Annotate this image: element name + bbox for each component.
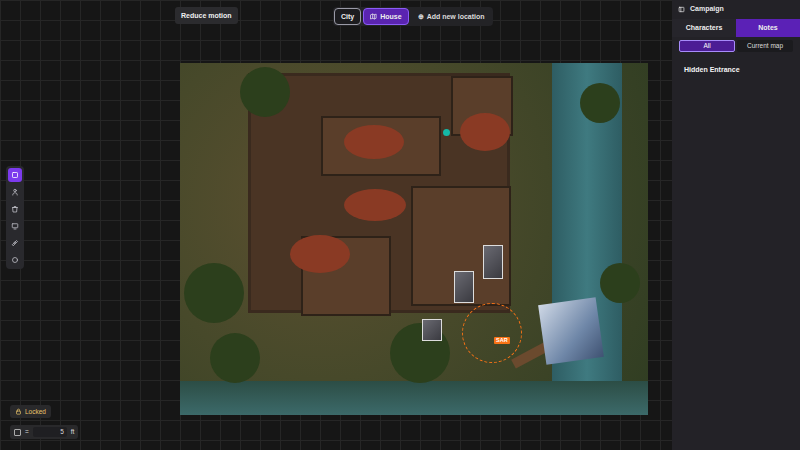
tool-button[interactable] (8, 236, 22, 250)
tool-palette (6, 166, 24, 269)
location-tab[interactable]: City (334, 8, 361, 25)
tool-button[interactable] (8, 185, 22, 199)
plus-circle-icon: ⊕ (418, 12, 424, 21)
character-token[interactable] (483, 245, 503, 279)
grid-square-icon (14, 429, 21, 436)
screen-icon (11, 222, 19, 230)
tree (184, 263, 244, 323)
grid-size-control: = 5 ft (10, 425, 78, 439)
panel-tab[interactable]: Characters (672, 19, 736, 38)
tree (600, 263, 640, 303)
panel-tabs: CharactersNotes (672, 19, 800, 38)
panel-tab[interactable]: Notes (736, 19, 800, 38)
tool-button[interactable] (8, 253, 22, 267)
panel-toggle-icon (678, 6, 685, 13)
character-token[interactable] (454, 271, 474, 303)
location-label: House (380, 12, 401, 21)
circle-icon (11, 256, 19, 264)
map-canvas[interactable]: SAR Reduce motion City House ⊕Add new locati… (0, 0, 672, 450)
grid-unit: ft (71, 427, 75, 437)
tool-button[interactable] (8, 168, 22, 182)
note-filters: AllCurrent map (672, 37, 800, 55)
rug (290, 235, 350, 273)
panel-title: Campaign (690, 4, 724, 15)
stream (180, 381, 648, 415)
tool-button[interactable] (8, 202, 22, 216)
tree (240, 67, 290, 117)
lock-toggle[interactable]: Locked (10, 405, 51, 418)
select-icon (11, 171, 19, 179)
map-icon (370, 13, 377, 20)
add-location-label: Add new location (427, 12, 485, 21)
token-label[interactable]: SAR (494, 337, 510, 344)
filter-button[interactable]: Current map (737, 40, 793, 52)
selection-ring (462, 303, 522, 363)
equals-sign: = (25, 427, 29, 437)
character-token[interactable] (422, 319, 442, 341)
tree (580, 83, 620, 123)
note-item[interactable]: Hidden Entrance (672, 55, 800, 78)
lock-icon (15, 408, 22, 415)
campaign-panel: CampaignCharactersNotesAllCurrent mapHid… (672, 0, 800, 450)
rug (460, 113, 510, 151)
lock-label: Locked (25, 407, 46, 416)
rug (344, 189, 406, 221)
panel-header: Campaign (672, 0, 800, 19)
location-tab[interactable]: House (363, 8, 408, 25)
reduce-motion-wrap: Reduce motion (175, 7, 238, 24)
tree (210, 333, 260, 383)
add-location-button[interactable]: ⊕Add new location (411, 8, 492, 25)
location-pin[interactable] (443, 129, 450, 136)
person-icon (11, 188, 19, 196)
grid-size-input[interactable]: 5 (33, 427, 67, 437)
rug (344, 125, 404, 159)
location-switcher: City House ⊕Add new location (333, 7, 493, 26)
location-label: City (341, 12, 354, 21)
creature-token[interactable] (538, 297, 604, 364)
tool-button[interactable] (8, 219, 22, 233)
trash-icon (11, 205, 19, 213)
battle-map[interactable]: SAR (180, 63, 648, 415)
filter-button[interactable]: All (679, 40, 735, 52)
reduce-motion-button[interactable]: Reduce motion (175, 7, 238, 24)
ruler-icon (11, 239, 19, 247)
